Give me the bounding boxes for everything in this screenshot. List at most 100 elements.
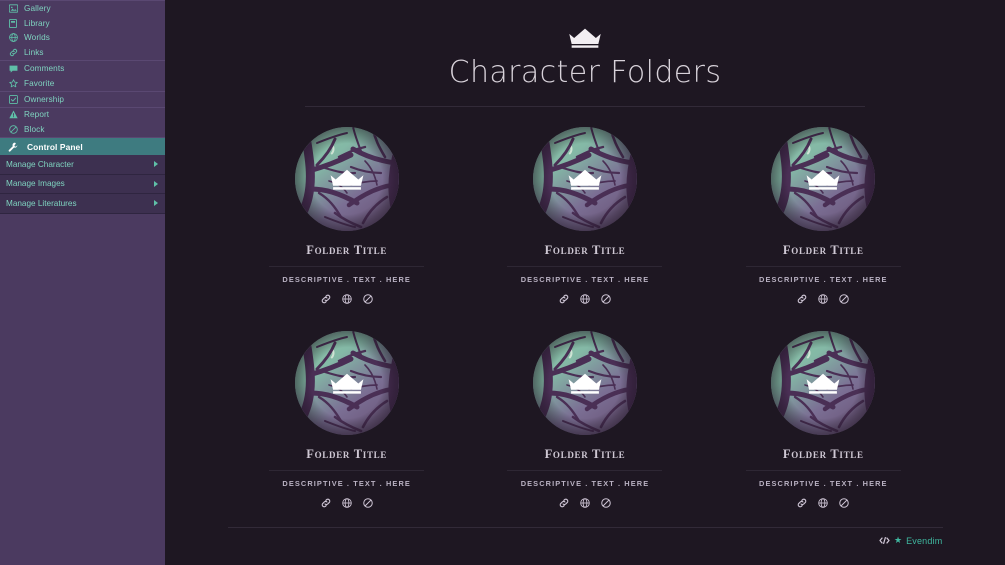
book-icon — [6, 18, 20, 29]
folder-description: Descriptive . Text . Here — [282, 478, 411, 488]
folder-grid: Folder Title Descriptive . Text . Here — [228, 107, 943, 509]
block-icon — [6, 124, 20, 135]
sidebar-item-control-panel[interactable]: Control Panel — [0, 138, 165, 156]
sidebar: Gallery Library Worlds Links Comments Fa… — [0, 0, 165, 565]
folder-card[interactable]: Folder Title Descriptive . Text . Here — [704, 126, 942, 305]
chevron-right-icon — [154, 180, 158, 187]
link-icon[interactable] — [797, 294, 808, 305]
folder-card[interactable]: Folder Title Descriptive . Text . Here — [466, 126, 704, 305]
folder-description: Descriptive . Text . Here — [759, 274, 888, 284]
sidebar-item-worlds[interactable]: Worlds — [0, 31, 165, 46]
crown-icon — [804, 371, 842, 396]
warning-icon — [6, 109, 20, 120]
crown-icon — [804, 167, 842, 192]
folder-description: Descriptive . Text . Here — [520, 478, 650, 488]
folder-title: Folder Title — [306, 446, 388, 461]
crown-icon — [566, 167, 604, 192]
folder-thumbnail[interactable] — [294, 330, 399, 435]
sidebar-item-label: Ownership — [24, 94, 65, 104]
folder-card[interactable]: Folder Title Descriptive . Text . Here — [228, 126, 466, 305]
folder-description: Descriptive . Text . Here — [282, 274, 411, 284]
crown-icon — [566, 371, 604, 396]
card-actions — [797, 498, 850, 509]
sidebar-item-manage-images[interactable]: Manage Images — [0, 174, 165, 195]
block-icon[interactable] — [362, 294, 373, 305]
page-title: Character Folders — [448, 55, 722, 90]
card-divider — [507, 469, 663, 471]
link-icon[interactable] — [320, 294, 331, 305]
sidebar-item-ownership[interactable]: Ownership — [0, 92, 165, 107]
sidebar-item-manage-literatures[interactable]: Manage Literatures — [0, 194, 165, 214]
folder-thumbnail[interactable] — [294, 126, 399, 231]
sidebar-item-label: Links — [24, 48, 44, 58]
sidebar-item-favorite[interactable]: Favorite — [0, 76, 165, 91]
globe-icon — [6, 32, 20, 43]
sidebar-group-content: Gallery Library Worlds Links — [0, 0, 165, 62]
checkbox-icon — [6, 94, 20, 105]
wrench-icon — [6, 141, 20, 152]
folder-card[interactable]: Folder Title Descriptive . Text . Here — [228, 330, 466, 509]
manage-item-label: Manage Character — [6, 159, 74, 169]
sidebar-item-gallery[interactable]: Gallery — [0, 1, 165, 16]
folder-thumbnail[interactable] — [771, 126, 876, 231]
sidebar-item-label: Comments — [24, 64, 65, 74]
folder-card[interactable]: Folder Title Descriptive . Text . Here — [466, 330, 704, 509]
folder-title: Folder Title — [782, 446, 864, 461]
comment-icon — [6, 63, 20, 74]
globe-icon[interactable] — [579, 294, 590, 305]
block-icon[interactable] — [600, 294, 611, 305]
card-actions — [320, 498, 373, 509]
sidebar-item-links[interactable]: Links — [0, 45, 165, 60]
footer-divider — [227, 526, 943, 528]
globe-icon[interactable] — [818, 498, 829, 509]
card-actions — [558, 294, 611, 305]
sidebar-item-report[interactable]: Report — [0, 108, 165, 123]
sidebar-item-manage-character[interactable]: Manage Character — [0, 155, 165, 175]
sidebar-item-comments[interactable]: Comments — [0, 61, 165, 76]
sidebar-group-ownership: Ownership — [0, 92, 165, 108]
main-content: Character Folders Folder Title DESCRIPTI… — [165, 0, 1005, 565]
globe-icon[interactable] — [579, 498, 590, 509]
link-icon[interactable] — [558, 498, 569, 509]
link-icon[interactable] — [558, 294, 569, 305]
crown-icon — [328, 167, 366, 192]
block-icon[interactable] — [839, 498, 850, 509]
card-divider — [745, 469, 901, 471]
card-divider — [269, 265, 425, 267]
block-icon[interactable] — [600, 498, 611, 509]
footer: ★ Evendim — [228, 536, 943, 546]
card-divider — [269, 469, 425, 471]
folder-title: Folder Title — [544, 242, 626, 257]
folder-thumbnail[interactable] — [532, 330, 637, 435]
sidebar-item-library[interactable]: Library — [0, 16, 165, 31]
brand-name[interactable]: Evendim — [906, 536, 942, 546]
sidebar-item-label: Block — [24, 125, 45, 135]
sidebar-item-label: Favorite — [24, 78, 55, 88]
folder-card[interactable]: Folder Title Descriptive . Text . Here — [704, 330, 942, 509]
folder-title: Folder Title — [544, 446, 626, 461]
manage-item-label: Manage Literatures — [6, 198, 77, 208]
sidebar-item-block[interactable]: Block — [0, 122, 165, 137]
card-divider — [507, 265, 663, 267]
folder-description: Descriptive . Text . Here — [520, 274, 650, 284]
folder-thumbnail[interactable] — [532, 126, 637, 231]
image-icon — [6, 3, 20, 14]
chevron-right-icon — [154, 161, 158, 168]
card-actions — [558, 498, 611, 509]
code-icon[interactable] — [879, 536, 890, 545]
crown-icon — [165, 26, 1005, 55]
globe-icon[interactable] — [341, 498, 352, 509]
star-icon: ★ — [894, 535, 903, 545]
link-icon — [6, 47, 20, 58]
folder-thumbnail[interactable] — [771, 330, 876, 435]
block-icon[interactable] — [362, 498, 373, 509]
sidebar-item-label: Library — [24, 18, 50, 28]
block-icon[interactable] — [839, 294, 850, 305]
globe-icon[interactable] — [818, 294, 829, 305]
sidebar-group-social: Comments Favorite — [0, 61, 165, 92]
link-icon[interactable] — [320, 498, 331, 509]
manage-item-label: Manage Images — [6, 179, 65, 189]
globe-icon[interactable] — [341, 294, 352, 305]
crown-icon — [328, 371, 366, 396]
link-icon[interactable] — [797, 498, 808, 509]
